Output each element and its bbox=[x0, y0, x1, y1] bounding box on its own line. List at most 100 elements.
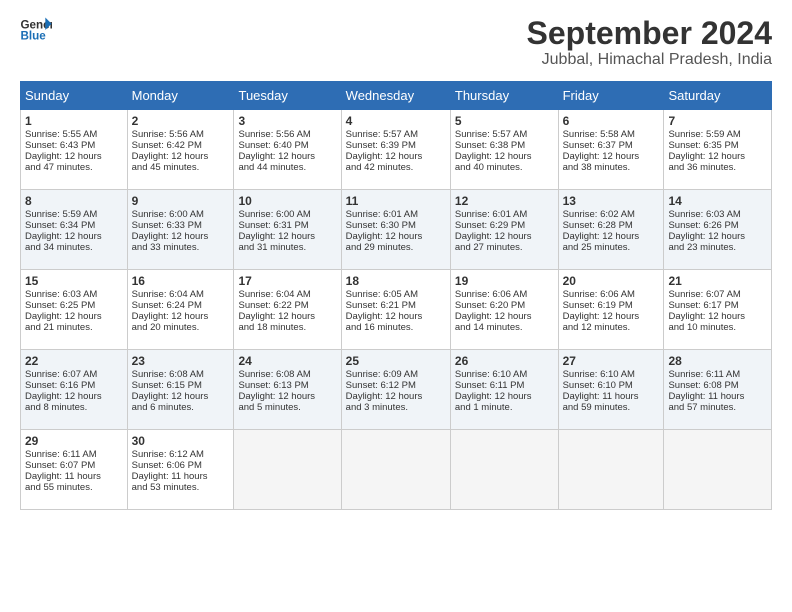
col-thursday: Thursday bbox=[450, 82, 558, 110]
day-info: Sunrise: 6:03 AM bbox=[25, 289, 123, 300]
day-info: and 55 minutes. bbox=[25, 482, 123, 493]
day-info: and 1 minute. bbox=[455, 402, 554, 413]
calendar-week-1: 1Sunrise: 5:55 AMSunset: 6:43 PMDaylight… bbox=[21, 110, 772, 190]
day-info: Sunrise: 6:09 AM bbox=[346, 369, 446, 380]
day-number: 23 bbox=[132, 354, 230, 368]
day-info: Sunrise: 6:07 AM bbox=[668, 289, 767, 300]
day-info: Sunrise: 6:08 AM bbox=[238, 369, 336, 380]
day-info: Sunrise: 6:03 AM bbox=[668, 209, 767, 220]
day-number: 7 bbox=[668, 114, 767, 128]
day-info: Sunset: 6:28 PM bbox=[563, 220, 660, 231]
day-number: 12 bbox=[455, 194, 554, 208]
month-year: September 2024 bbox=[527, 16, 772, 51]
table-row: 19Sunrise: 6:06 AMSunset: 6:20 PMDayligh… bbox=[450, 270, 558, 350]
day-info: Daylight: 12 hours bbox=[132, 231, 230, 242]
table-row: 4Sunrise: 5:57 AMSunset: 6:39 PMDaylight… bbox=[341, 110, 450, 190]
table-row: 7Sunrise: 5:59 AMSunset: 6:35 PMDaylight… bbox=[664, 110, 772, 190]
day-number: 15 bbox=[25, 274, 123, 288]
day-info: Sunset: 6:33 PM bbox=[132, 220, 230, 231]
day-info: and 36 minutes. bbox=[668, 162, 767, 173]
day-info: Daylight: 12 hours bbox=[455, 391, 554, 402]
day-info: Daylight: 12 hours bbox=[238, 391, 336, 402]
day-number: 2 bbox=[132, 114, 230, 128]
day-number: 30 bbox=[132, 434, 230, 448]
day-info: and 12 minutes. bbox=[563, 322, 660, 333]
day-info: Sunrise: 6:12 AM bbox=[132, 449, 230, 460]
day-info: Sunrise: 5:57 AM bbox=[346, 129, 446, 140]
main-container: General Blue September 2024 Jubbal, Hima… bbox=[0, 0, 792, 520]
day-info: Daylight: 12 hours bbox=[346, 391, 446, 402]
svg-text:Blue: Blue bbox=[20, 29, 46, 42]
table-row: 18Sunrise: 6:05 AMSunset: 6:21 PMDayligh… bbox=[341, 270, 450, 350]
day-info: Sunset: 6:16 PM bbox=[25, 380, 123, 391]
day-info: and 3 minutes. bbox=[346, 402, 446, 413]
day-number: 9 bbox=[132, 194, 230, 208]
table-row: 12Sunrise: 6:01 AMSunset: 6:29 PMDayligh… bbox=[450, 190, 558, 270]
table-row bbox=[664, 430, 772, 510]
day-info: Sunset: 6:22 PM bbox=[238, 300, 336, 311]
calendar-week-5: 29Sunrise: 6:11 AMSunset: 6:07 PMDayligh… bbox=[21, 430, 772, 510]
day-info: Daylight: 12 hours bbox=[346, 151, 446, 162]
calendar-table: Sunday Monday Tuesday Wednesday Thursday… bbox=[20, 81, 772, 510]
title-area: September 2024 Jubbal, Himachal Pradesh,… bbox=[527, 16, 772, 69]
day-info: Sunset: 6:30 PM bbox=[346, 220, 446, 231]
day-number: 21 bbox=[668, 274, 767, 288]
calendar-week-4: 22Sunrise: 6:07 AMSunset: 6:16 PMDayligh… bbox=[21, 350, 772, 430]
day-info: Daylight: 12 hours bbox=[346, 231, 446, 242]
table-row: 30Sunrise: 6:12 AMSunset: 6:06 PMDayligh… bbox=[127, 430, 234, 510]
day-number: 1 bbox=[25, 114, 123, 128]
day-info: Sunrise: 5:59 AM bbox=[25, 209, 123, 220]
day-info: Sunset: 6:10 PM bbox=[563, 380, 660, 391]
day-info: Sunrise: 6:11 AM bbox=[668, 369, 767, 380]
day-info: Sunrise: 6:08 AM bbox=[132, 369, 230, 380]
day-number: 20 bbox=[563, 274, 660, 288]
table-row: 21Sunrise: 6:07 AMSunset: 6:17 PMDayligh… bbox=[664, 270, 772, 350]
day-number: 11 bbox=[346, 194, 446, 208]
day-number: 5 bbox=[455, 114, 554, 128]
day-info: and 31 minutes. bbox=[238, 242, 336, 253]
day-number: 13 bbox=[563, 194, 660, 208]
day-number: 28 bbox=[668, 354, 767, 368]
day-info: Sunrise: 6:04 AM bbox=[238, 289, 336, 300]
day-info: Sunrise: 6:01 AM bbox=[346, 209, 446, 220]
day-info: and 20 minutes. bbox=[132, 322, 230, 333]
day-info: Sunrise: 6:11 AM bbox=[25, 449, 123, 460]
day-info: Sunset: 6:12 PM bbox=[346, 380, 446, 391]
table-row: 10Sunrise: 6:00 AMSunset: 6:31 PMDayligh… bbox=[234, 190, 341, 270]
day-info: and 45 minutes. bbox=[132, 162, 230, 173]
day-info: Sunrise: 5:56 AM bbox=[238, 129, 336, 140]
day-info: and 47 minutes. bbox=[25, 162, 123, 173]
day-info: and 40 minutes. bbox=[455, 162, 554, 173]
day-info: Sunset: 6:08 PM bbox=[668, 380, 767, 391]
day-info: Sunset: 6:31 PM bbox=[238, 220, 336, 231]
day-info: and 6 minutes. bbox=[132, 402, 230, 413]
day-info: Daylight: 12 hours bbox=[668, 311, 767, 322]
table-row: 25Sunrise: 6:09 AMSunset: 6:12 PMDayligh… bbox=[341, 350, 450, 430]
day-info: Sunrise: 6:10 AM bbox=[563, 369, 660, 380]
day-info: Sunset: 6:24 PM bbox=[132, 300, 230, 311]
day-info: Sunset: 6:21 PM bbox=[346, 300, 446, 311]
day-number: 26 bbox=[455, 354, 554, 368]
day-info: and 5 minutes. bbox=[238, 402, 336, 413]
day-number: 10 bbox=[238, 194, 336, 208]
day-info: Sunset: 6:20 PM bbox=[455, 300, 554, 311]
day-info: Sunset: 6:34 PM bbox=[25, 220, 123, 231]
day-info: Sunrise: 5:59 AM bbox=[668, 129, 767, 140]
table-row: 17Sunrise: 6:04 AMSunset: 6:22 PMDayligh… bbox=[234, 270, 341, 350]
calendar-body: 1Sunrise: 5:55 AMSunset: 6:43 PMDaylight… bbox=[21, 110, 772, 510]
day-number: 24 bbox=[238, 354, 336, 368]
day-info: Sunset: 6:35 PM bbox=[668, 140, 767, 151]
day-number: 8 bbox=[25, 194, 123, 208]
table-row bbox=[341, 430, 450, 510]
col-saturday: Saturday bbox=[664, 82, 772, 110]
day-info: Sunset: 6:15 PM bbox=[132, 380, 230, 391]
logo-icon: General Blue bbox=[20, 16, 52, 44]
day-info: Sunrise: 6:07 AM bbox=[25, 369, 123, 380]
day-info: Daylight: 12 hours bbox=[668, 231, 767, 242]
day-info: Sunrise: 6:10 AM bbox=[455, 369, 554, 380]
table-row bbox=[450, 430, 558, 510]
day-info: Daylight: 12 hours bbox=[455, 311, 554, 322]
day-info: Sunrise: 6:00 AM bbox=[132, 209, 230, 220]
table-row: 9Sunrise: 6:00 AMSunset: 6:33 PMDaylight… bbox=[127, 190, 234, 270]
day-info: Daylight: 12 hours bbox=[132, 391, 230, 402]
